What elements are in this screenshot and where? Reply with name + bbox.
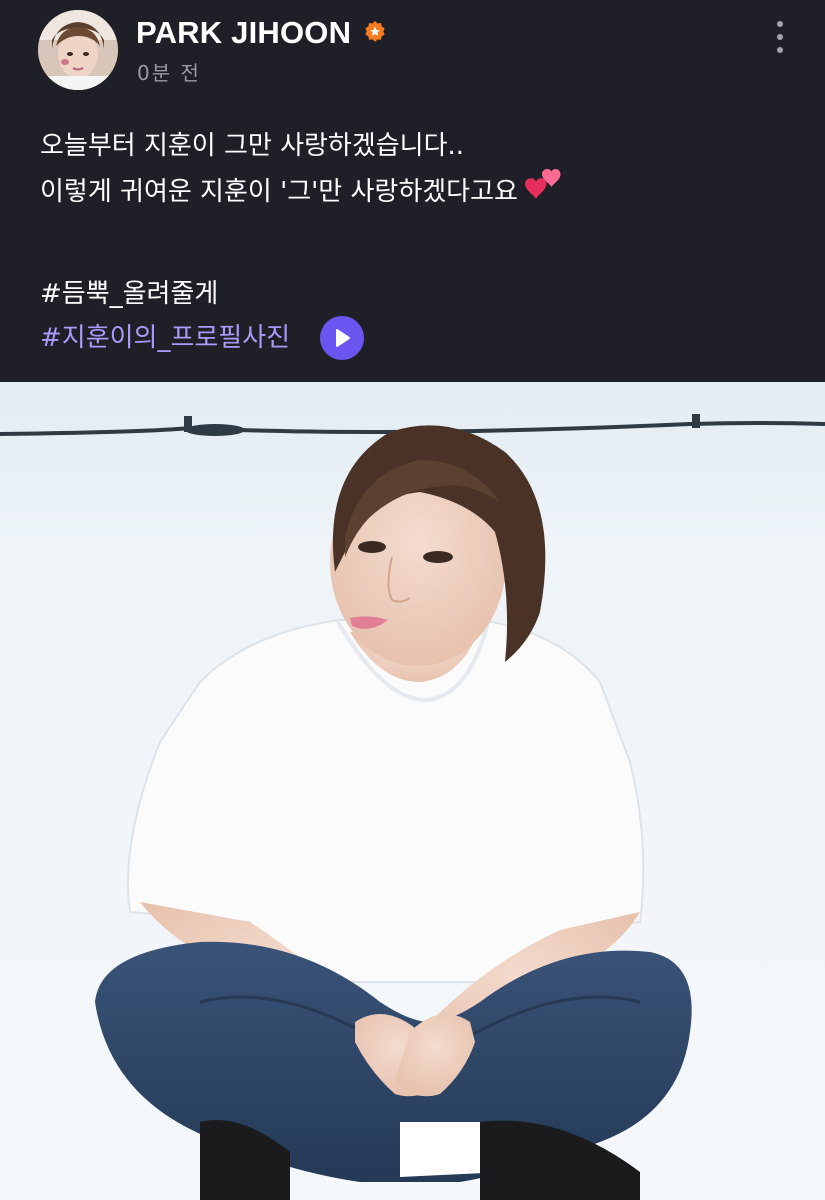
post-photo[interactable]: [0, 382, 825, 1200]
avatar-photo: [38, 10, 118, 90]
play-button[interactable]: [320, 316, 365, 360]
post-header: PARK JIHOON 0분 전: [0, 0, 825, 100]
more-vertical-icon: [777, 21, 783, 27]
person-photo-illustration: [0, 382, 825, 1200]
avatar[interactable]: [38, 10, 118, 90]
hashtag-link[interactable]: #지훈이의_프로필사진: [40, 316, 290, 360]
post-timestamp: 0분 전: [137, 61, 201, 85]
author-name[interactable]: PARK JIHOON: [136, 14, 351, 52]
hashtag-link-row: #지훈이의_프로필사진: [40, 316, 365, 360]
post-body: 오늘부터 지훈이 그만 사랑하겠습니다.. 이렇게 귀여운 지훈이 '그'만 사…: [40, 124, 800, 360]
more-options-button[interactable]: [760, 14, 800, 60]
post-card: PARK JIHOON 0분 전 오늘부터 지훈이 그만 사랑하겠습니다.. 이…: [0, 0, 825, 1200]
post-text-line: 이렇게 귀여운 지훈이 '그'만 사랑하겠다고요: [40, 168, 800, 212]
hashtag-text: #듬뿍_올려줄게: [40, 279, 219, 309]
play-icon: [336, 329, 351, 347]
verified-badge-icon: [365, 21, 385, 42]
post-text-line: 오늘부터 지훈이 그만 사랑하겠습니다..: [40, 131, 465, 161]
two-hearts-icon: [524, 168, 561, 199]
